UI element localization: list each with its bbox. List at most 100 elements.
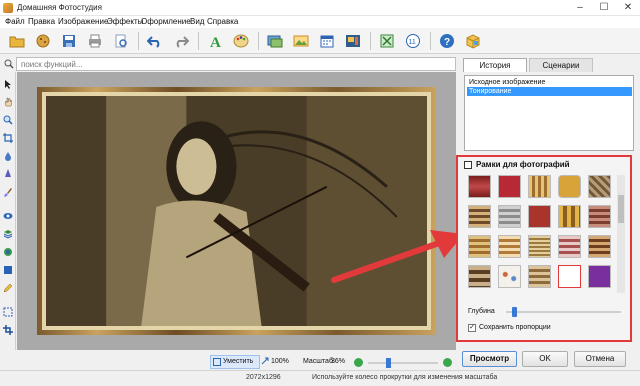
- frame-swatch[interactable]: [588, 265, 611, 288]
- frame-swatch[interactable]: [468, 265, 491, 288]
- box-icon[interactable]: [462, 30, 484, 52]
- close-button[interactable]: ✕: [616, 0, 640, 16]
- ok-button[interactable]: OK: [522, 351, 568, 367]
- scale-value: 36%: [331, 358, 346, 365]
- frame-swatch[interactable]: [468, 175, 491, 198]
- menu-image[interactable]: Изображение: [58, 16, 108, 28]
- resize-icon[interactable]: [376, 30, 398, 52]
- frame-swatch[interactable]: [558, 175, 581, 198]
- print-preview-icon[interactable]: [110, 30, 132, 52]
- zoom-100-icon: [261, 357, 269, 365]
- frames-title: Рамки для фотографий: [476, 160, 570, 169]
- left-toolbar: [0, 72, 16, 350]
- zoom-slider-handle[interactable]: [386, 358, 391, 368]
- frame-swatch[interactable]: [498, 205, 521, 228]
- frames-panel: Рамки для фотографий Глубина ✓ Сохранить…: [456, 155, 632, 342]
- landscape-icon[interactable]: [290, 30, 312, 52]
- frame-swatch[interactable]: [498, 265, 521, 288]
- svg-text:A: A: [210, 35, 221, 49]
- zoom-icon[interactable]: [2, 114, 14, 126]
- frame-swatch[interactable]: [558, 205, 581, 228]
- brush-icon[interactable]: [2, 186, 14, 198]
- zoom-slider-track[interactable]: [368, 358, 438, 368]
- pointer-icon[interactable]: [2, 78, 14, 90]
- svg-text:11: 11: [409, 39, 416, 46]
- zoom-100-button[interactable]: 100%: [271, 357, 289, 367]
- frame-swatch[interactable]: [588, 175, 611, 198]
- minimize-button[interactable]: –: [568, 0, 592, 16]
- square-icon[interactable]: [2, 264, 14, 276]
- frame-swatch[interactable]: [528, 175, 551, 198]
- selection-icon[interactable]: [2, 306, 14, 318]
- frame-swatch[interactable]: [498, 235, 521, 258]
- color-icon[interactable]: [2, 246, 14, 258]
- red-arrow-icon: [331, 230, 464, 283]
- frame-swatch[interactable]: [528, 205, 551, 228]
- frame-panel-icon: [464, 161, 472, 169]
- frame-swatch[interactable]: [468, 235, 491, 258]
- history-item-selected[interactable]: Тонирование: [467, 87, 632, 96]
- frame-swatch[interactable]: [588, 235, 611, 258]
- frame-swatch[interactable]: [528, 265, 551, 288]
- cancel-button[interactable]: Отмена: [574, 351, 626, 367]
- layers-icon[interactable]: [2, 228, 14, 240]
- calendar-icon[interactable]: [316, 30, 338, 52]
- undo-icon[interactable]: [144, 30, 166, 52]
- eye-icon[interactable]: [2, 210, 14, 222]
- fit-label: Уместить: [223, 358, 254, 365]
- tab-scenarios[interactable]: Сценарии: [529, 58, 593, 72]
- scrollbar-thumb[interactable]: [618, 195, 624, 223]
- menu-view[interactable]: Вид: [190, 16, 204, 28]
- menu-edit[interactable]: Правка: [28, 16, 55, 28]
- image-layer-icon[interactable]: [264, 30, 286, 52]
- frame-swatch[interactable]: [528, 235, 551, 258]
- status-hint: Используйте колесо прокрутки для изменен…: [312, 374, 498, 381]
- frame-swatch-selected[interactable]: [558, 265, 581, 288]
- menu-file[interactable]: Файл: [5, 16, 25, 28]
- image-dimensions: 2072x1296: [246, 374, 281, 381]
- frames-scrollbar[interactable]: [617, 175, 625, 293]
- menu-help[interactable]: Справка: [207, 16, 238, 28]
- depth-slider-track[interactable]: [506, 307, 621, 317]
- window-title: Домашняя Фотостудия: [17, 3, 102, 12]
- open-folder-icon[interactable]: [6, 30, 28, 52]
- crop-frame-icon[interactable]: [2, 324, 14, 336]
- search-box: [16, 57, 456, 71]
- blur-drop-icon[interactable]: [2, 150, 14, 162]
- text-icon[interactable]: A: [204, 30, 226, 52]
- save-icon[interactable]: [58, 30, 80, 52]
- collage-icon[interactable]: [342, 30, 364, 52]
- toolbar: A 11 ?: [0, 28, 640, 54]
- sharpen-icon[interactable]: [2, 168, 14, 180]
- search-input[interactable]: [21, 58, 441, 70]
- pencil-icon[interactable]: [2, 282, 14, 294]
- photo-violinist: [46, 96, 427, 326]
- crop-icon[interactable]: [2, 132, 14, 144]
- hand-icon[interactable]: [2, 96, 14, 108]
- menu-effects[interactable]: Эффекты: [107, 16, 143, 28]
- menu-bar: Файл Правка Изображение Эффекты Оформлен…: [0, 16, 640, 28]
- print-icon[interactable]: [84, 30, 106, 52]
- help-icon[interactable]: ?: [436, 30, 458, 52]
- frame-swatch[interactable]: [498, 175, 521, 198]
- keep-ratio-label: Сохранить пропорции: [479, 324, 551, 331]
- photo-frame: [37, 87, 436, 335]
- maximize-button[interactable]: ☐: [592, 0, 616, 16]
- frame-swatch[interactable]: [468, 205, 491, 228]
- tab-history[interactable]: История действий: [463, 58, 527, 84]
- zoom-in-icon[interactable]: [443, 358, 452, 367]
- counter-icon[interactable]: 11: [402, 30, 424, 52]
- zoom-out-icon[interactable]: [354, 358, 363, 367]
- app-logo-icon: [3, 3, 13, 13]
- palette-icon[interactable]: [230, 30, 252, 52]
- depth-slider-handle[interactable]: [511, 307, 517, 317]
- frame-swatch[interactable]: [558, 235, 581, 258]
- menu-design[interactable]: Оформление: [141, 16, 191, 28]
- history-item[interactable]: Исходное изображение: [467, 78, 632, 87]
- keep-ratio-checkbox[interactable]: ✓: [468, 324, 476, 332]
- title-bar: Домашняя Фотостудия – ☐ ✕: [0, 0, 640, 16]
- frame-swatch[interactable]: [588, 205, 611, 228]
- preview-button[interactable]: Просмотр: [462, 351, 517, 367]
- open-cookie-icon[interactable]: [32, 30, 54, 52]
- redo-icon[interactable]: [170, 30, 192, 52]
